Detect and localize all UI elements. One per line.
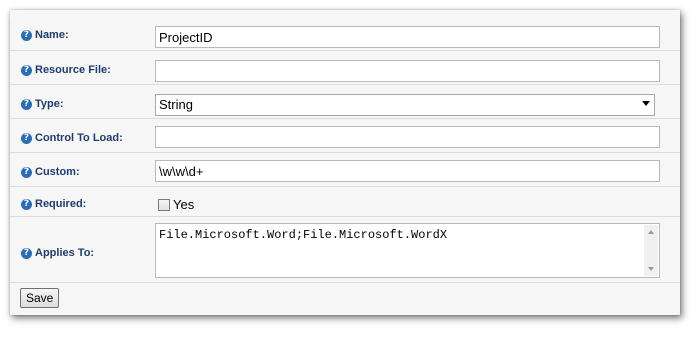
type-select[interactable]: String <box>155 94 655 116</box>
required-label: ? Required: <box>21 198 86 210</box>
custom-label: ? Custom: <box>21 166 80 178</box>
help-icon[interactable]: ? <box>21 247 32 259</box>
help-icon[interactable]: ? <box>21 132 32 144</box>
help-icon[interactable]: ? <box>21 64 32 76</box>
help-icon[interactable]: ? <box>21 198 32 210</box>
chevron-down-icon <box>642 101 650 106</box>
name-input[interactable] <box>155 26 660 48</box>
control-to-load-label: ? Control To Load: <box>21 132 123 144</box>
form-row-control-to-load: ? Control To Load: <box>10 118 680 152</box>
resource-file-label: ? Resource File: <box>21 64 111 76</box>
applies-to-label: ? Applies To: <box>21 247 94 259</box>
type-label: ? Type: <box>21 98 64 110</box>
form-row-type: ? Type: String <box>10 84 680 118</box>
save-button[interactable]: Save <box>20 288 60 308</box>
custom-input[interactable] <box>155 160 660 182</box>
form-row-name: ? Name: <box>10 10 680 49</box>
help-icon[interactable]: ? <box>21 98 32 110</box>
form-row-resource-file: ? Resource File: <box>10 50 680 84</box>
control-to-load-input[interactable] <box>155 126 660 148</box>
help-icon[interactable]: ? <box>21 29 32 41</box>
form-row-custom: ? Custom: <box>10 152 680 186</box>
scroll-down-icon[interactable] <box>648 267 654 271</box>
required-checkbox[interactable] <box>158 198 170 211</box>
textarea-scrollbar[interactable] <box>644 225 658 276</box>
scroll-up-icon[interactable] <box>648 230 654 234</box>
help-icon[interactable]: ? <box>21 166 32 178</box>
form-row-required: ? Required: Yes <box>10 186 680 216</box>
required-checkbox-wrap[interactable]: Yes <box>158 197 194 212</box>
resource-file-input[interactable] <box>155 60 660 82</box>
name-label: ? Name: <box>21 29 69 41</box>
applies-to-textarea[interactable]: File.Microsoft.Word;File.Microsoft.WordX <box>155 223 660 278</box>
settings-form-panel: ? Name: ? Resource File: ? Type: String … <box>10 10 680 315</box>
form-row-applies-to: ? Applies To: File.Microsoft.Word;File.M… <box>10 216 680 282</box>
required-checkbox-label: Yes <box>173 197 195 212</box>
form-row-actions <box>10 282 680 316</box>
